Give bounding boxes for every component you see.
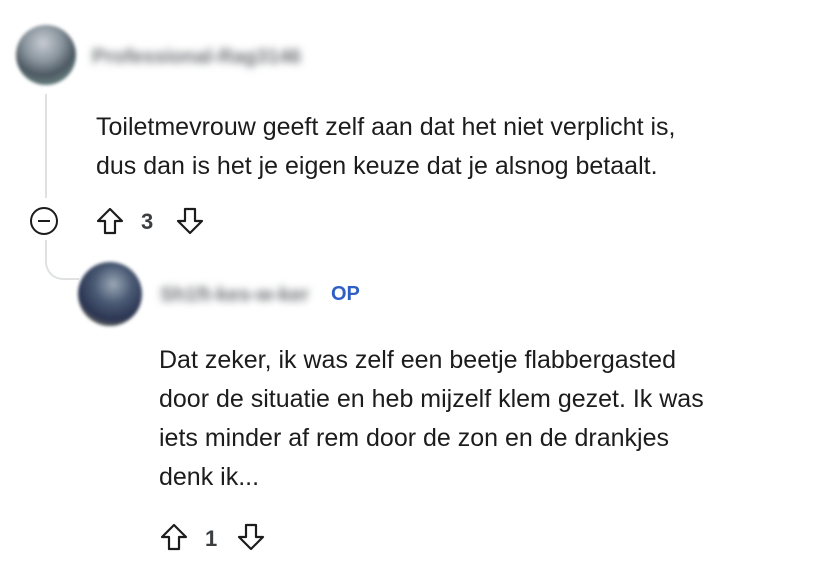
comment-text-line: Dat zeker, ik was zelf een beetje flabbe… [159,346,676,374]
comment-body: Dat zeker, ik was zelf een beetje flabbe… [159,341,704,497]
comment-text-line: door de situatie en heb mijzelf klem gez… [159,385,704,413]
thread-line [45,94,47,198]
reply-connector-line [45,240,79,280]
comment-text-line: dus dan is het je eigen keuze dat je als… [96,152,658,180]
vote-count: 1 [205,526,218,551]
vote-count: 3 [141,209,154,234]
op-badge: OP [331,283,360,305]
username[interactable]: Sh1ft-kes-w-ker [160,284,309,307]
comment-text-line: Toiletmevrouw geeft zelf aan dat het nie… [96,113,676,141]
username[interactable]: Professional-Rag3146 [92,46,301,69]
avatar[interactable] [16,25,76,85]
downvote-arrow-icon[interactable] [235,521,267,553]
downvote-arrow-icon[interactable] [174,205,206,237]
comment-text-line: denk ik... [159,463,260,491]
comment-body: Toiletmevrouw geeft zelf aan dat het nie… [96,108,675,186]
comment-text-line: iets minder af rem door de zon en de dra… [159,424,669,452]
upvote-arrow-icon[interactable] [158,521,190,553]
collapse-thread-button[interactable] [30,207,58,235]
upvote-arrow-icon[interactable] [94,205,126,237]
avatar[interactable] [78,262,142,326]
